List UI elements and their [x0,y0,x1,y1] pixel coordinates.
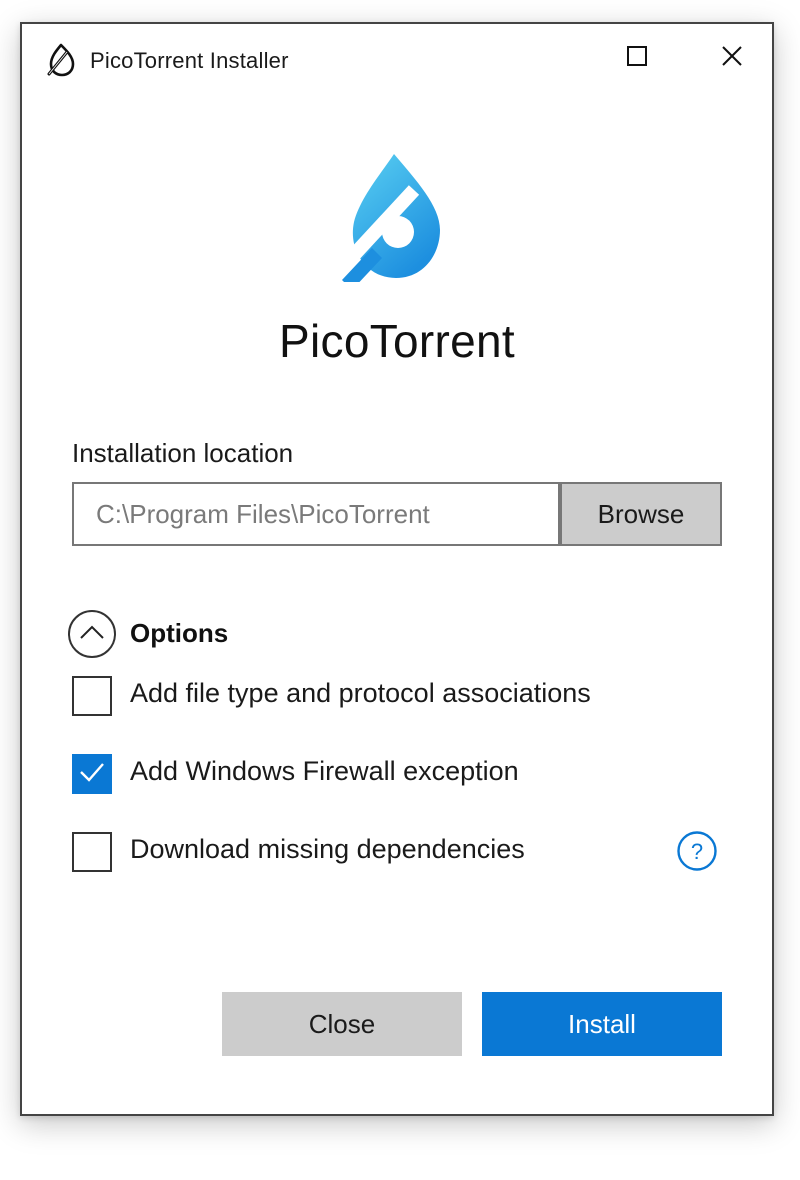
installation-location-label: Installation location [72,438,294,468]
close-icon [721,45,743,72]
maximize-icon [626,45,648,72]
option-label: Download missing dependencies [130,834,525,864]
maximize-button[interactable] [617,38,657,78]
minimize-button[interactable] [522,38,562,78]
options-heading: Options [130,618,229,648]
firewall-exception-checkbox[interactable] [72,754,112,794]
install-button[interactable]: Install [482,992,722,1056]
download-dependencies-checkbox[interactable] [72,832,112,872]
installation-path-input[interactable] [72,482,560,546]
file-associations-checkbox[interactable] [72,676,112,716]
close-button[interactable]: Close [222,992,462,1056]
app-title-icon [46,42,78,78]
minimize-icon [530,44,554,73]
picotorrent-logo-icon [334,150,446,290]
chevron-up-icon [79,624,105,645]
help-icon[interactable]: ? [676,830,718,872]
installer-window: PicoTorrent Installer PicoTorrent Instal… [20,22,774,1116]
options-toggle-button[interactable] [68,610,116,658]
checkmark-icon [78,761,106,788]
app-name-heading: PicoTorrent [279,315,515,367]
option-label: Add Windows Firewall exception [130,756,519,786]
window-title: PicoTorrent Installer [90,48,289,73]
close-window-button[interactable] [712,38,752,78]
option-label: Add file type and protocol associations [130,678,591,708]
browse-button[interactable]: Browse [560,482,722,546]
title-bar[interactable]: PicoTorrent Installer [22,24,772,96]
svg-text:?: ? [691,839,703,864]
